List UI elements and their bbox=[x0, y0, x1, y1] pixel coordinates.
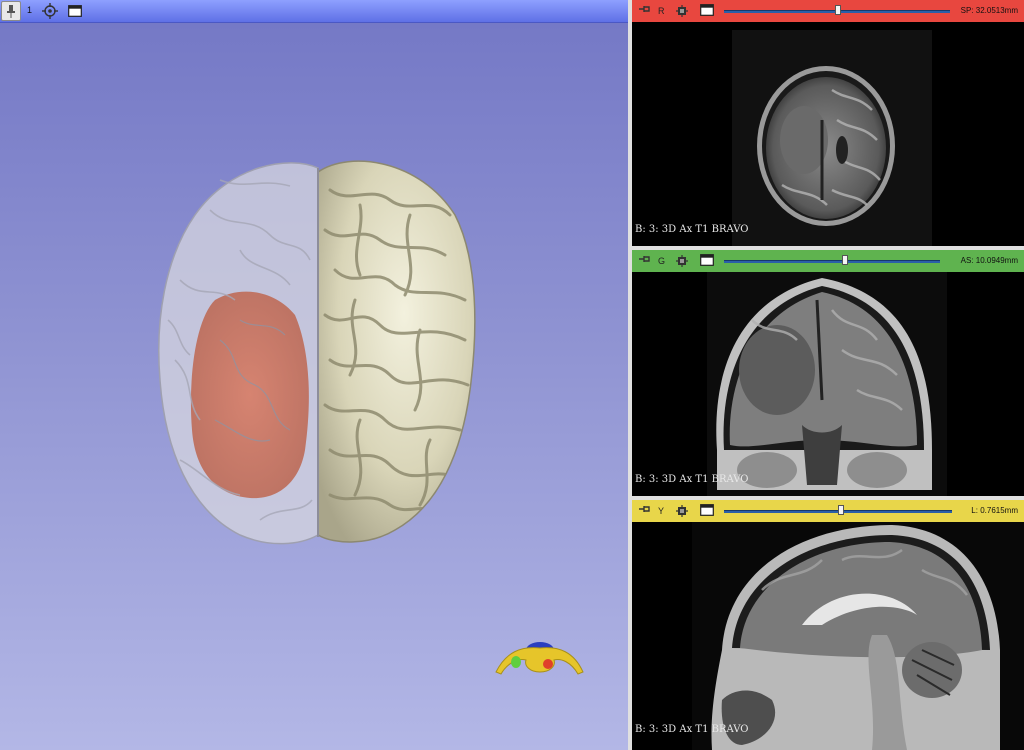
coronal-mri-image[interactable] bbox=[632, 250, 1024, 500]
yellow-slice-view[interactable]: Y L: 0.7615mm B: 3: 3D Ax T1 BRAVO bbox=[632, 500, 1024, 750]
maximize-icon[interactable] bbox=[65, 1, 85, 21]
pin-icon[interactable] bbox=[639, 504, 651, 514]
pin-icon[interactable] bbox=[639, 254, 651, 264]
slice-offset-readout: SP: 32.0513mm bbox=[960, 6, 1018, 15]
red-slice-toolbar: R SP: 32.0513mm bbox=[632, 0, 1024, 22]
maximize-icon[interactable] bbox=[700, 4, 714, 16]
red-slice-view[interactable]: R SP: 32.0513mm B: 3: 3D Ax T1 BRAVO bbox=[632, 0, 1024, 246]
pin-icon[interactable] bbox=[1, 1, 21, 21]
center-view-icon[interactable] bbox=[40, 1, 60, 21]
link-icon[interactable] bbox=[674, 253, 690, 269]
volume-label: B: 3: 3D Ax T1 BRAVO bbox=[635, 224, 749, 235]
slider-handle[interactable] bbox=[838, 505, 844, 515]
pin-icon[interactable] bbox=[639, 4, 651, 14]
slider-handle[interactable] bbox=[842, 255, 848, 265]
yellow-slice-toolbar: Y L: 0.7615mm bbox=[632, 500, 1024, 522]
link-icon[interactable] bbox=[674, 3, 690, 19]
slice-offset-readout: AS: 10.0949mm bbox=[960, 256, 1018, 265]
volume-label: B: 3: 3D Ax T1 BRAVO bbox=[635, 724, 749, 735]
slice-letter: Y bbox=[658, 506, 665, 516]
maximize-icon[interactable] bbox=[700, 504, 714, 516]
slice-letter: R bbox=[658, 6, 665, 16]
slider-handle[interactable] bbox=[835, 5, 841, 15]
sagittal-mri-image[interactable] bbox=[632, 500, 1024, 750]
link-icon[interactable] bbox=[674, 503, 690, 519]
orientation-marker-icon bbox=[495, 642, 584, 675]
3d-view[interactable]: 1 bbox=[0, 0, 628, 750]
maximize-icon[interactable] bbox=[700, 254, 714, 266]
green-slice-view[interactable]: G AS: 10.0949mm B: 3: 3D Ax T1 BRAVO bbox=[632, 250, 1024, 500]
slice-offset-readout: L: 0.7615mm bbox=[971, 506, 1018, 515]
axial-mri-image[interactable] bbox=[632, 0, 1024, 246]
3d-view-toolbar: 1 bbox=[0, 0, 628, 23]
slice-letter: G bbox=[658, 256, 666, 266]
view-number: 1 bbox=[27, 5, 33, 15]
green-slice-toolbar: G AS: 10.0949mm bbox=[632, 250, 1024, 272]
volume-label: B: 3: 3D Ax T1 BRAVO bbox=[635, 474, 749, 485]
slice-offset-slider[interactable] bbox=[724, 260, 940, 263]
